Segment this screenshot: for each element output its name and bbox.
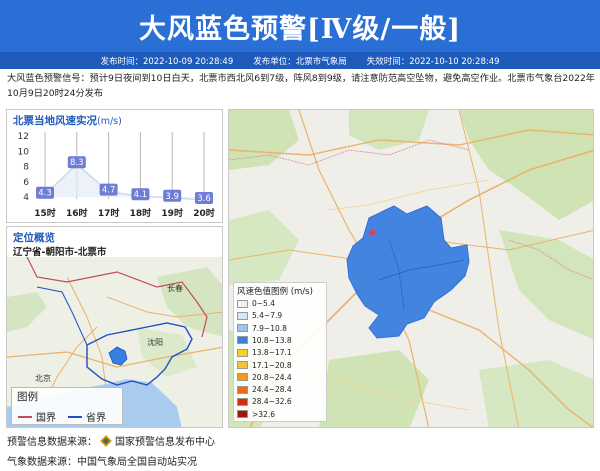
x-tick-label: 15时 <box>34 207 56 219</box>
province-boundary-line-icon <box>68 415 82 418</box>
color-legend-label: 17.1~20.8 <box>252 360 292 370</box>
warning-source-label: 预警信息数据来源： <box>7 437 97 448</box>
color-legend-row: 28.4~32.6 <box>237 396 292 407</box>
color-swatch <box>237 311 248 320</box>
color-swatch <box>237 373 248 382</box>
color-legend-row: 0~5.4 <box>237 298 275 309</box>
publisher: 发布单位：北票市气象局 <box>253 56 347 67</box>
page-title: 大风蓝色预警[Ⅳ级/一般] <box>138 13 462 45</box>
map-label-0: 沈阳 <box>147 337 163 347</box>
location-path: 辽宁省-朝阳市-北票市 <box>13 247 107 258</box>
color-legend-row: 13.8~17.1 <box>237 347 292 358</box>
data-label: 8.3 <box>70 158 84 168</box>
x-tick-label: 20时 <box>193 207 215 219</box>
data-label: 4.7 <box>102 186 116 196</box>
y-tick-label: 10 <box>18 147 30 157</box>
warning-description: 大风蓝色预警信号：预计9日夜间到10日白天，北票市西北风6到7级，阵风8到9级，… <box>7 73 595 99</box>
color-legend-row: 20.8~24.4 <box>237 372 292 383</box>
color-swatch <box>237 348 248 357</box>
color-legend-label: 13.8~17.1 <box>252 348 292 358</box>
location-panel-title: 定位概览 <box>13 232 55 244</box>
color-legend-row: 10.8~13.8 <box>237 335 292 346</box>
national-boundary-line-icon <box>18 415 32 418</box>
warning-source-line: 预警信息数据来源： 国家预警信息发布中心 <box>7 433 215 448</box>
weather-source-line: 气象数据来源：中国气象局全国自动站实况 <box>7 453 197 468</box>
color-swatch <box>237 299 248 308</box>
map-label-1: 长春 <box>167 283 183 293</box>
color-swatch <box>237 361 248 369</box>
weather-source-label: 气象数据来源：中国气象局全国自动站实况 <box>7 457 197 468</box>
data-label: 3.6 <box>197 194 211 204</box>
warning-center-logo-icon <box>100 434 112 447</box>
color-legend-row: >32.6 <box>237 409 275 420</box>
legend-province-boundary: 省界 <box>68 409 106 424</box>
x-tick-label: 16时 <box>66 207 88 219</box>
color-legend-label: 0~5.4 <box>252 299 275 308</box>
color-legend-row: 7.9~10.8 <box>237 323 287 334</box>
x-tick-label: 17时 <box>98 207 120 219</box>
color-legend-label: 5.4~7.9 <box>252 311 283 321</box>
wind-speed-panel: 北票当地风速实况(m/s) 4 6 8 10 12 15时 16时 17时 18时 19时 20时 4… <box>6 109 223 223</box>
y-tick-label: 6 <box>23 178 29 188</box>
color-legend-row: 5.4~7.9 <box>237 310 282 321</box>
color-legend-label: 10.8~13.8 <box>252 335 292 345</box>
x-tick-label: 18时 <box>130 207 152 219</box>
color-swatch <box>237 385 248 394</box>
color-swatch <box>237 397 248 406</box>
data-label: 4.1 <box>134 190 148 200</box>
color-legend-label: 28.4~32.6 <box>252 397 292 407</box>
color-legend-label: 7.9~10.8 <box>252 323 287 333</box>
y-tick-label: 8 <box>23 163 29 173</box>
publish-time: 发布时间：2022-10-09 20:28:49 <box>100 56 234 67</box>
color-legend-title: 风速色值图例 (m/s) <box>237 287 313 297</box>
legend-national-boundary: 国界 <box>18 409 56 424</box>
wind-speed-chart: 4 6 8 10 12 15时 16时 17时 18时 19时 20时 4.3 8.3 4.7 4.1 3.9… <box>18 132 215 219</box>
color-swatch <box>237 336 248 345</box>
data-label: 3.9 <box>165 192 179 202</box>
warning-source-org[interactable]: 国家预警信息发布中心 <box>115 433 215 448</box>
boundary-legend-title: 图例 <box>17 391 38 403</box>
color-legend-row: 17.1~20.8 <box>237 360 292 371</box>
legend-national-label: 国界 <box>36 413 56 424</box>
color-legend-label: >32.6 <box>252 409 275 419</box>
color-legend-label: 20.8~24.4 <box>252 372 292 382</box>
color-swatch <box>237 410 248 419</box>
x-tick-label: 19时 <box>161 207 183 219</box>
color-swatch <box>237 324 248 333</box>
boundary-legend: 图例 国界 省界 <box>11 387 123 425</box>
legend-province-label: 省界 <box>86 413 106 424</box>
y-tick-label: 12 <box>18 132 29 142</box>
color-legend-row: 24.4~28.4 <box>237 384 292 395</box>
wind-color-legend: 风速色值图例 (m/s) 0~5.4 5.4~7.9 7.9~10.8 10.8~13… <box>233 282 327 422</box>
meta-bar: 发布时间：2022-10-09 20:28:49 发布单位：北票市气象局 失效时… <box>0 52 600 69</box>
title-bar: 大风蓝色预警[Ⅳ级/一般] <box>0 0 600 52</box>
color-legend-label: 24.4~28.4 <box>252 385 292 395</box>
expire-time: 失效时间：2022-10-10 20:28:49 <box>366 56 500 67</box>
y-tick-label: 4 <box>23 193 29 203</box>
data-label: 4.3 <box>38 189 52 199</box>
map-label-2: 北京 <box>35 373 51 383</box>
